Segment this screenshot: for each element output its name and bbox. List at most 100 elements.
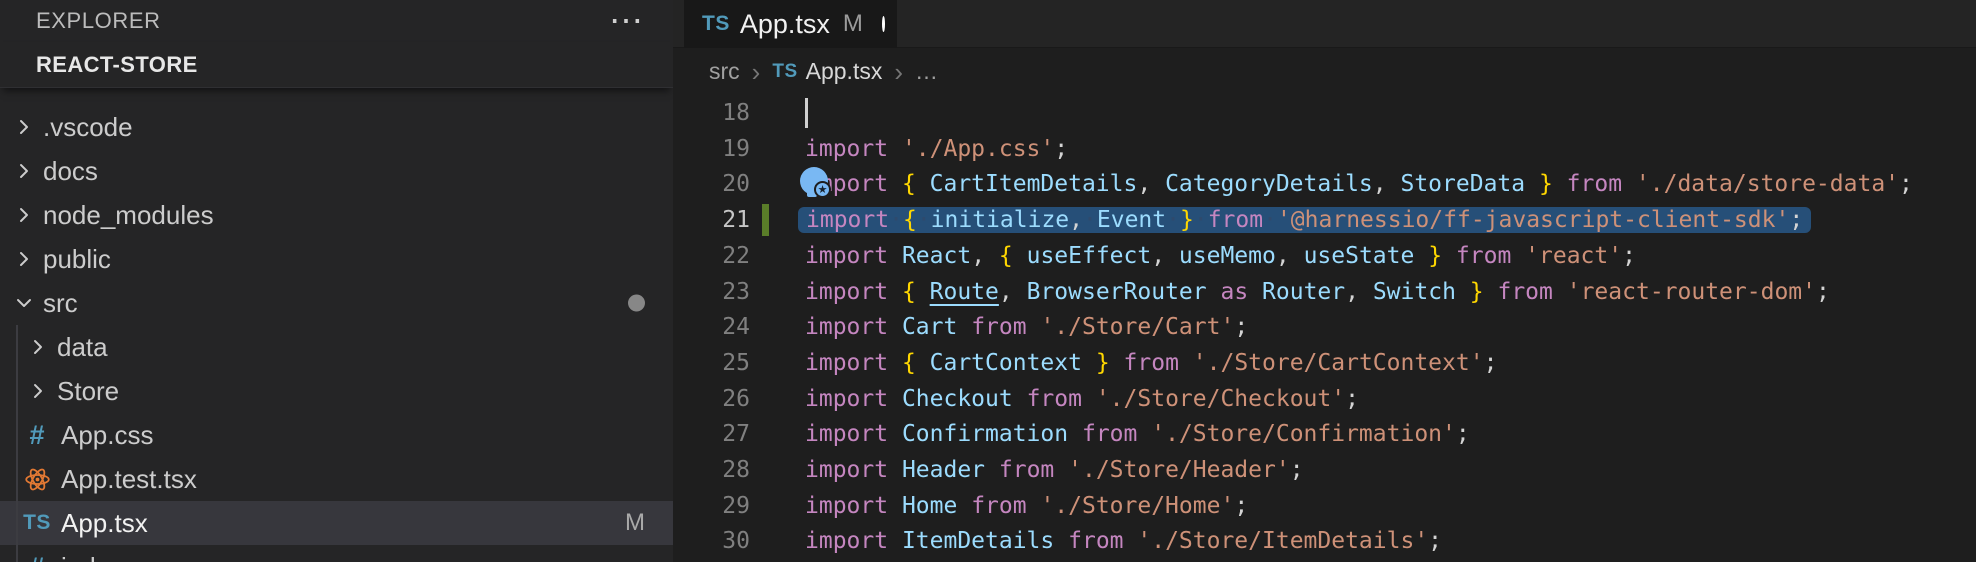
tree-item-src[interactable]: src [0, 281, 673, 325]
gutter-modified-indicator [762, 204, 769, 236]
breadcrumb-label: App.tsx [806, 58, 883, 85]
line-number: 20 [673, 171, 750, 197]
breadcrumb-item-ellipsis[interactable]: … [915, 58, 938, 85]
tree-item-label: docs [43, 156, 98, 187]
line-number: 19 [673, 136, 750, 162]
code-line-27[interactable]: 27 import Confirmation from './Store/Conf… [673, 416, 1976, 452]
code-text: import Cart from './Store/Cart'; [805, 314, 1248, 340]
tree-item-label: index.css [61, 552, 169, 562]
breadcrumb-separator-icon: › [894, 59, 903, 85]
lightbulb-sparkle-icon[interactable]: ★ [800, 167, 829, 197]
line-number: 27 [673, 421, 750, 447]
code-text: import { CartContext } from './Store/Car… [805, 350, 1497, 376]
project-name: REACT-STORE [36, 52, 198, 78]
line-number: 18 [673, 100, 750, 126]
tree-item-label: src [43, 288, 78, 319]
tree-item-app-tsx[interactable]: TSApp.tsx M [0, 501, 673, 545]
code-line-26[interactable]: 26 import Checkout from './Store/Checkout… [673, 381, 1976, 417]
tree-item-label: App.test.tsx [61, 464, 197, 495]
unsaved-changes-dot[interactable] [882, 16, 885, 32]
breadcrumb-separator-icon: › [752, 59, 761, 85]
line-number: 24 [673, 314, 750, 340]
tree-item-node-modules[interactable]: node_modules [0, 193, 673, 237]
tab-modified-badge: M [843, 10, 863, 38]
tree-item-public[interactable]: public [0, 237, 673, 281]
file-tree: .vscode docs node_modulespublic src data Stor… [0, 105, 673, 562]
chevron-down-icon[interactable] [12, 291, 36, 315]
tree-item-label: Store [57, 376, 119, 407]
explorer-header: EXPLORER ⋯ [0, 0, 673, 42]
chevron-right-icon[interactable] [12, 159, 36, 183]
code-text: import { CartItemDetails, CategoryDetail… [805, 171, 1913, 197]
code-text: import Confirmation from './Store/Confir… [805, 421, 1470, 447]
line-number: 21 [673, 207, 750, 233]
chevron-right-icon[interactable] [12, 247, 36, 271]
code-text: import ItemDetails from './Store/ItemDet… [805, 528, 1442, 554]
line-number: 29 [673, 493, 750, 519]
breadcrumb-label: … [915, 58, 938, 85]
tree-item--vscode[interactable]: .vscode [0, 105, 673, 149]
typescript-icon: TS [702, 12, 730, 36]
tree-item-index-css[interactable]: # index.css [0, 545, 673, 562]
tree-item-label: App.tsx [61, 508, 148, 539]
css-icon: # [20, 552, 54, 562]
tree-item-app-test-tsx[interactable]: App.test.tsx [0, 457, 673, 501]
tree-indent-guide [16, 325, 18, 562]
code-line-18[interactable]: 18 [673, 95, 1976, 131]
selected-code-text: import·{·initialize,·Event·}·from·'@harn… [798, 207, 1811, 233]
sparkle-star-badge: ★ [814, 181, 831, 198]
tree-item-label: .vscode [43, 112, 133, 143]
breadcrumb: src › TS App.tsx › … [673, 48, 1976, 95]
code-line-24[interactable]: 24 import Cart from './Store/Cart'; [673, 309, 1976, 345]
code-line-21[interactable]: 21 import·{·initialize,·Event·}·from·'@ha… [673, 202, 1976, 238]
line-number: 23 [673, 279, 750, 305]
code-line-29[interactable]: 29 import Home from './Store/Home'; [673, 488, 1976, 524]
code-text: import React, { useEffect, useMemo, useS… [805, 243, 1636, 269]
react-icon [20, 464, 54, 494]
tree-item-label: App.css [61, 420, 154, 451]
tree-item-label: node_modules [43, 200, 214, 231]
code-text: import './App.css'; [805, 136, 1068, 162]
line-number: 22 [673, 243, 750, 269]
code-text: import Home from './Store/Home'; [805, 493, 1248, 519]
line-number: 25 [673, 350, 750, 376]
chevron-right-icon[interactable] [26, 379, 50, 403]
code-text: import { Route, BrowserRouter as Router,… [805, 279, 1830, 305]
tree-item-data[interactable]: data [0, 325, 673, 369]
typescript-icon: TS [772, 61, 797, 83]
chevron-right-icon[interactable] [26, 335, 50, 359]
code-line-25[interactable]: 25 import { CartContext } from './Store/C… [673, 345, 1976, 381]
line-number: 28 [673, 457, 750, 483]
chevron-right-icon[interactable] [12, 115, 36, 139]
code-line-30[interactable]: 30import ItemDetails from './Store/ItemD… [673, 523, 1976, 559]
breadcrumb-label: src [709, 58, 740, 85]
more-actions-icon[interactable]: ⋯ [609, 11, 645, 31]
code-line-22[interactable]: 22 import React, { useEffect, useMemo, us… [673, 238, 1976, 274]
code-line-23[interactable]: 23 import { Route, BrowserRouter as Route… [673, 274, 1976, 310]
code-line-28[interactable]: 28 import Header from './Store/Header'; [673, 452, 1976, 488]
breadcrumb-item-src[interactable]: src [709, 58, 740, 85]
code-text: import Checkout from './Store/Checkout'; [805, 386, 1359, 412]
tree-item-store[interactable]: Store [0, 369, 673, 413]
project-section-header[interactable]: REACT-STORE [0, 42, 673, 88]
code-editor[interactable]: 18 19 import './App.css'; ★ 20 import { CartI… [673, 95, 1976, 562]
git-modified-badge: M [625, 509, 645, 537]
tab-app-tsx[interactable]: TS App.tsx M [684, 0, 897, 48]
tree-item-app-css[interactable]: #App.css [0, 413, 673, 457]
tree-item-label: public [43, 244, 111, 275]
explorer-sidebar: EXPLORER ⋯ REACT-STORE .vscode docs node_m… [0, 0, 673, 562]
code-text: import Header from './Store/Header'; [805, 457, 1304, 483]
chevron-right-icon[interactable] [12, 203, 36, 227]
code-line-19[interactable]: 19 import './App.css'; [673, 131, 1976, 167]
explorer-title: EXPLORER [36, 8, 161, 34]
tab-bar: TS App.tsx M [673, 0, 1976, 48]
line-number: 26 [673, 386, 750, 412]
code-line-20[interactable]: 20 import { CartItemDetails, CategoryDeta… [673, 166, 1976, 202]
typescript-icon: TS [20, 508, 54, 538]
tab-title: App.tsx [740, 9, 830, 40]
breadcrumb-item-app-tsx[interactable]: TS App.tsx [772, 58, 882, 85]
tree-item-docs[interactable]: docs [0, 149, 673, 193]
folder-modified-dot [628, 295, 645, 312]
text-cursor-caret [805, 98, 808, 128]
tree-item-label: data [57, 332, 108, 363]
